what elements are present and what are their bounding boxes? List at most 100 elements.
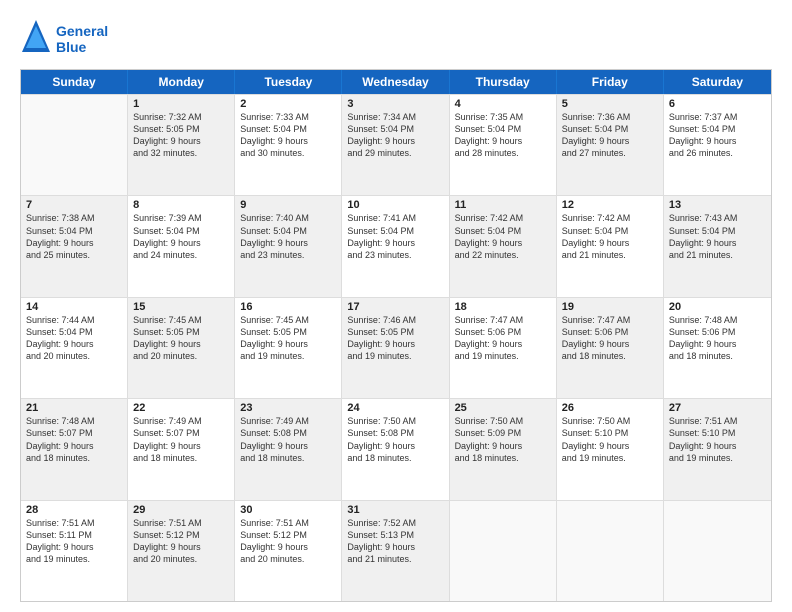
day-number: 23	[240, 402, 336, 414]
day-info: Sunrise: 7:51 AM Sunset: 5:10 PM Dayligh…	[669, 415, 766, 464]
day-number: 21	[26, 402, 122, 414]
day-info: Sunrise: 7:48 AM Sunset: 5:06 PM Dayligh…	[669, 314, 766, 363]
day-number: 1	[133, 98, 229, 110]
calendar-row: 1Sunrise: 7:32 AM Sunset: 5:05 PM Daylig…	[21, 94, 771, 195]
day-info: Sunrise: 7:44 AM Sunset: 5:04 PM Dayligh…	[26, 314, 122, 363]
header: General Blue	[20, 18, 772, 59]
calendar-cell: 5Sunrise: 7:36 AM Sunset: 5:04 PM Daylig…	[557, 95, 664, 195]
calendar-cell: 17Sunrise: 7:46 AM Sunset: 5:05 PM Dayli…	[342, 298, 449, 398]
day-number: 31	[347, 504, 443, 516]
calendar-cell: 27Sunrise: 7:51 AM Sunset: 5:10 PM Dayli…	[664, 399, 771, 499]
day-number: 20	[669, 301, 766, 313]
day-info: Sunrise: 7:39 AM Sunset: 5:04 PM Dayligh…	[133, 212, 229, 261]
calendar-cell: 28Sunrise: 7:51 AM Sunset: 5:11 PM Dayli…	[21, 501, 128, 601]
day-info: Sunrise: 7:36 AM Sunset: 5:04 PM Dayligh…	[562, 111, 658, 160]
logo-line1: General	[56, 23, 108, 39]
calendar-cell: 9Sunrise: 7:40 AM Sunset: 5:04 PM Daylig…	[235, 196, 342, 296]
day-number: 5	[562, 98, 658, 110]
calendar-row: 14Sunrise: 7:44 AM Sunset: 5:04 PM Dayli…	[21, 297, 771, 398]
day-info: Sunrise: 7:45 AM Sunset: 5:05 PM Dayligh…	[240, 314, 336, 363]
day-number: 4	[455, 98, 551, 110]
calendar-cell: 20Sunrise: 7:48 AM Sunset: 5:06 PM Dayli…	[664, 298, 771, 398]
day-number: 26	[562, 402, 658, 414]
calendar-cell: 31Sunrise: 7:52 AM Sunset: 5:13 PM Dayli…	[342, 501, 449, 601]
day-info: Sunrise: 7:51 AM Sunset: 5:12 PM Dayligh…	[240, 517, 336, 566]
day-number: 28	[26, 504, 122, 516]
calendar-cell: 16Sunrise: 7:45 AM Sunset: 5:05 PM Dayli…	[235, 298, 342, 398]
calendar-cell: 21Sunrise: 7:48 AM Sunset: 5:07 PM Dayli…	[21, 399, 128, 499]
calendar-row: 28Sunrise: 7:51 AM Sunset: 5:11 PM Dayli…	[21, 500, 771, 601]
calendar-row: 21Sunrise: 7:48 AM Sunset: 5:07 PM Dayli…	[21, 398, 771, 499]
logo: General Blue	[20, 18, 108, 59]
calendar-cell: 4Sunrise: 7:35 AM Sunset: 5:04 PM Daylig…	[450, 95, 557, 195]
calendar-cell: 24Sunrise: 7:50 AM Sunset: 5:08 PM Dayli…	[342, 399, 449, 499]
day-number: 17	[347, 301, 443, 313]
day-number: 30	[240, 504, 336, 516]
day-number: 9	[240, 199, 336, 211]
logo-icon	[20, 18, 52, 54]
calendar-row: 7Sunrise: 7:38 AM Sunset: 5:04 PM Daylig…	[21, 195, 771, 296]
calendar-header-cell: Monday	[128, 70, 235, 94]
calendar-header: SundayMondayTuesdayWednesdayThursdayFrid…	[21, 70, 771, 94]
calendar-cell: 23Sunrise: 7:49 AM Sunset: 5:08 PM Dayli…	[235, 399, 342, 499]
calendar-cell: 2Sunrise: 7:33 AM Sunset: 5:04 PM Daylig…	[235, 95, 342, 195]
day-number: 22	[133, 402, 229, 414]
page: General Blue SundayMondayTuesdayWednesda…	[0, 0, 792, 612]
calendar-cell: 15Sunrise: 7:45 AM Sunset: 5:05 PM Dayli…	[128, 298, 235, 398]
calendar-cell: 11Sunrise: 7:42 AM Sunset: 5:04 PM Dayli…	[450, 196, 557, 296]
logo-line2: Blue	[56, 39, 108, 55]
day-number: 7	[26, 199, 122, 211]
day-info: Sunrise: 7:32 AM Sunset: 5:05 PM Dayligh…	[133, 111, 229, 160]
calendar-cell: 1Sunrise: 7:32 AM Sunset: 5:05 PM Daylig…	[128, 95, 235, 195]
calendar-cell: 19Sunrise: 7:47 AM Sunset: 5:06 PM Dayli…	[557, 298, 664, 398]
calendar-header-cell: Tuesday	[235, 70, 342, 94]
day-info: Sunrise: 7:50 AM Sunset: 5:10 PM Dayligh…	[562, 415, 658, 464]
calendar-header-cell: Thursday	[450, 70, 557, 94]
day-info: Sunrise: 7:47 AM Sunset: 5:06 PM Dayligh…	[455, 314, 551, 363]
day-number: 13	[669, 199, 766, 211]
calendar-cell: 3Sunrise: 7:34 AM Sunset: 5:04 PM Daylig…	[342, 95, 449, 195]
day-info: Sunrise: 7:37 AM Sunset: 5:04 PM Dayligh…	[669, 111, 766, 160]
day-info: Sunrise: 7:45 AM Sunset: 5:05 PM Dayligh…	[133, 314, 229, 363]
day-info: Sunrise: 7:48 AM Sunset: 5:07 PM Dayligh…	[26, 415, 122, 464]
day-number: 8	[133, 199, 229, 211]
day-info: Sunrise: 7:50 AM Sunset: 5:09 PM Dayligh…	[455, 415, 551, 464]
day-info: Sunrise: 7:51 AM Sunset: 5:11 PM Dayligh…	[26, 517, 122, 566]
calendar-header-cell: Sunday	[21, 70, 128, 94]
day-info: Sunrise: 7:47 AM Sunset: 5:06 PM Dayligh…	[562, 314, 658, 363]
day-info: Sunrise: 7:51 AM Sunset: 5:12 PM Dayligh…	[133, 517, 229, 566]
calendar-cell	[21, 95, 128, 195]
calendar-cell: 22Sunrise: 7:49 AM Sunset: 5:07 PM Dayli…	[128, 399, 235, 499]
day-info: Sunrise: 7:52 AM Sunset: 5:13 PM Dayligh…	[347, 517, 443, 566]
calendar-cell: 10Sunrise: 7:41 AM Sunset: 5:04 PM Dayli…	[342, 196, 449, 296]
day-number: 27	[669, 402, 766, 414]
calendar-cell: 25Sunrise: 7:50 AM Sunset: 5:09 PM Dayli…	[450, 399, 557, 499]
calendar-cell: 29Sunrise: 7:51 AM Sunset: 5:12 PM Dayli…	[128, 501, 235, 601]
calendar-cell	[557, 501, 664, 601]
calendar-cell: 30Sunrise: 7:51 AM Sunset: 5:12 PM Dayli…	[235, 501, 342, 601]
calendar-header-cell: Friday	[557, 70, 664, 94]
calendar-cell: 7Sunrise: 7:38 AM Sunset: 5:04 PM Daylig…	[21, 196, 128, 296]
calendar-cell: 6Sunrise: 7:37 AM Sunset: 5:04 PM Daylig…	[664, 95, 771, 195]
day-number: 29	[133, 504, 229, 516]
calendar-body: 1Sunrise: 7:32 AM Sunset: 5:05 PM Daylig…	[21, 94, 771, 601]
day-info: Sunrise: 7:42 AM Sunset: 5:04 PM Dayligh…	[455, 212, 551, 261]
day-number: 25	[455, 402, 551, 414]
day-number: 14	[26, 301, 122, 313]
day-info: Sunrise: 7:33 AM Sunset: 5:04 PM Dayligh…	[240, 111, 336, 160]
day-number: 6	[669, 98, 766, 110]
day-number: 11	[455, 199, 551, 211]
day-number: 19	[562, 301, 658, 313]
calendar-cell: 14Sunrise: 7:44 AM Sunset: 5:04 PM Dayli…	[21, 298, 128, 398]
day-info: Sunrise: 7:46 AM Sunset: 5:05 PM Dayligh…	[347, 314, 443, 363]
day-info: Sunrise: 7:49 AM Sunset: 5:07 PM Dayligh…	[133, 415, 229, 464]
day-info: Sunrise: 7:40 AM Sunset: 5:04 PM Dayligh…	[240, 212, 336, 261]
day-info: Sunrise: 7:41 AM Sunset: 5:04 PM Dayligh…	[347, 212, 443, 261]
day-number: 2	[240, 98, 336, 110]
calendar-header-cell: Wednesday	[342, 70, 449, 94]
calendar-cell: 18Sunrise: 7:47 AM Sunset: 5:06 PM Dayli…	[450, 298, 557, 398]
calendar: SundayMondayTuesdayWednesdayThursdayFrid…	[20, 69, 772, 602]
day-info: Sunrise: 7:43 AM Sunset: 5:04 PM Dayligh…	[669, 212, 766, 261]
day-number: 12	[562, 199, 658, 211]
day-number: 18	[455, 301, 551, 313]
